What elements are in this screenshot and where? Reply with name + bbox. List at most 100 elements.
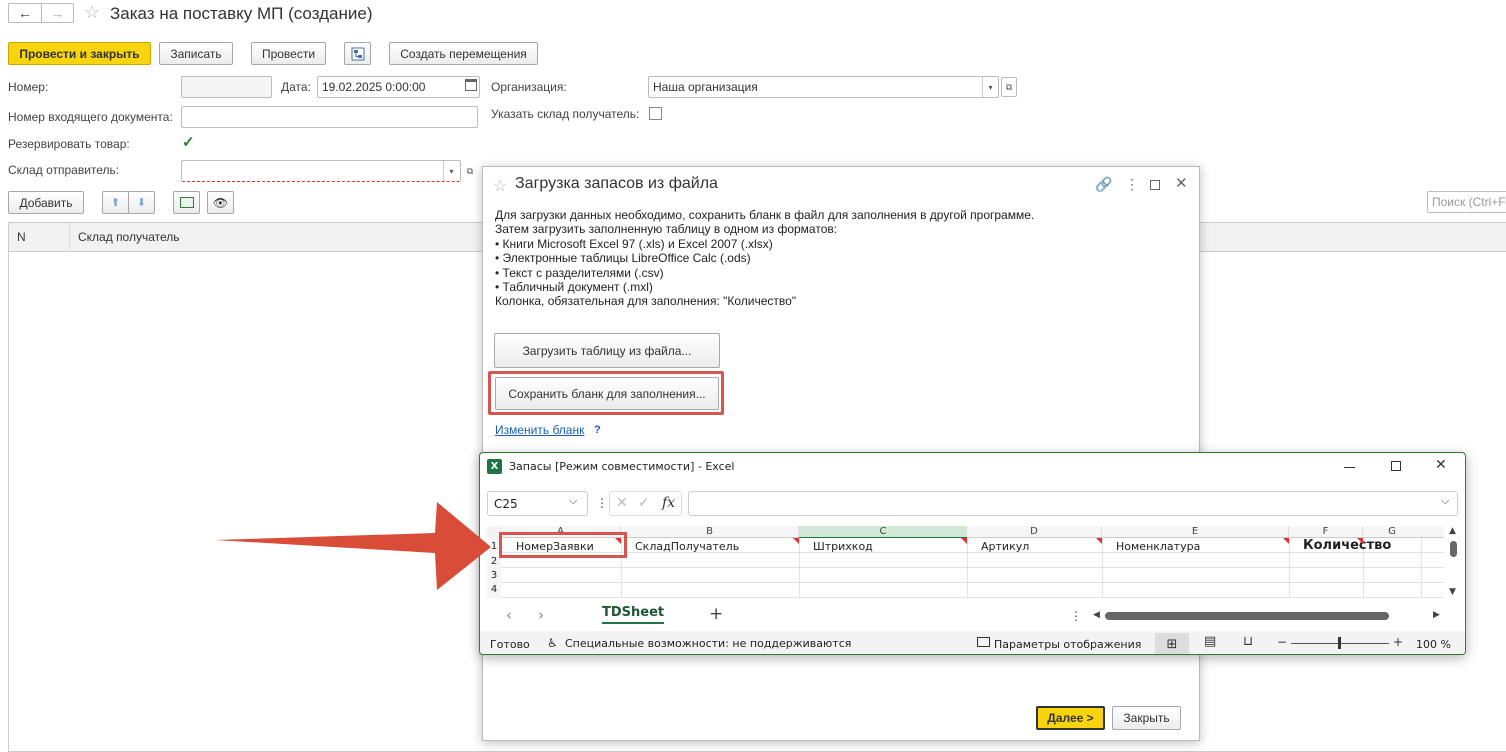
column-divider	[69, 223, 70, 252]
sheet-next-icon[interactable]: ›	[538, 606, 544, 624]
add-row-button[interactable]: Добавить	[8, 191, 84, 214]
normal-view-icon[interactable]: ⊞	[1155, 633, 1189, 654]
zoom-level[interactable]: 100 %	[1416, 638, 1451, 651]
col-header-f[interactable]: F	[1289, 526, 1363, 537]
dialog-star-icon[interactable]: ☆	[493, 176, 507, 196]
reserve-label: Резервировать товар:	[8, 137, 130, 151]
move-down-button[interactable]: ⬇	[128, 191, 155, 214]
horizontal-scroll-left-icon[interactable]: ◀	[1093, 610, 1100, 620]
eye-icon: 👁	[212, 195, 229, 210]
vertical-scrollbar-thumb[interactable]	[1450, 541, 1457, 557]
instruction-line: • Текст с разделителями (.csv)	[495, 265, 664, 280]
reserve-checkbox[interactable]: ✓	[182, 135, 196, 150]
view-button[interactable]: 👁	[207, 191, 234, 214]
arrow-shape	[215, 502, 491, 590]
page-break-view-icon[interactable]: ⊔	[1243, 634, 1253, 649]
incoming-doc-label: Номер входящего документа:	[8, 110, 173, 124]
grid-line	[1289, 538, 1290, 598]
organization-label: Организация:	[491, 80, 567, 94]
annotation-arrow	[215, 502, 491, 590]
excel-window: X Запасы [Режим совместимости] - Excel ✕…	[479, 452, 1466, 655]
fill-table-button[interactable]	[173, 191, 200, 214]
col-header-e[interactable]: E	[1102, 526, 1289, 537]
grid-line	[1421, 538, 1422, 598]
next-button[interactable]: Далее >	[1036, 706, 1105, 730]
header-cell-article[interactable]: Артикул	[981, 540, 1029, 553]
dialog-maximize-icon[interactable]	[1150, 180, 1160, 190]
sheet-tab[interactable]: TDSheet	[602, 605, 665, 624]
organization-dropdown-icon[interactable]: ▾	[982, 77, 998, 97]
close-button[interactable]: Закрыть	[1112, 706, 1181, 730]
date-input[interactable]: 19.02.2025 0:00:00	[317, 76, 480, 98]
post-and-close-button[interactable]: Провести и закрыть	[8, 42, 151, 65]
comment-marker	[1096, 538, 1102, 544]
page-layout-view-icon[interactable]: ▤	[1204, 634, 1216, 649]
page-title: Заказ на поставку МП (создание)	[110, 4, 373, 23]
display-settings-icon	[977, 637, 990, 647]
sender-warehouse-input[interactable]	[181, 160, 461, 182]
load-table-button[interactable]: Загрузить таблицу из файла...	[494, 333, 720, 368]
name-box-chevron-icon[interactable]: ⌵	[569, 494, 577, 508]
date-label: Дата:	[281, 80, 311, 94]
dialog-close-icon[interactable]: ✕	[1175, 174, 1188, 192]
horizontal-scroll-right-icon[interactable]: ▶	[1433, 610, 1440, 620]
help-icon[interactable]: ?	[594, 424, 601, 436]
search-input[interactable]: Поиск (Ctrl+F)	[1427, 191, 1506, 213]
document-structure-icon	[351, 47, 364, 60]
sheet-more-icon[interactable]: ⋮	[1070, 609, 1082, 623]
save-template-button[interactable]: Сохранить бланк для заполнения...	[495, 377, 719, 410]
specify-warehouse-label: Указать склад получатель:	[491, 107, 640, 121]
horizontal-scrollbar-thumb[interactable]	[1105, 612, 1389, 620]
add-sheet-icon[interactable]: +	[709, 604, 723, 624]
save-button[interactable]: Записать	[159, 42, 233, 65]
create-movements-button[interactable]: Создать перемещения	[389, 42, 538, 65]
display-settings[interactable]: Параметры отображения	[994, 638, 1141, 651]
comment-marker	[1357, 538, 1363, 544]
column-header-warehouse[interactable]: Склад получатель	[78, 230, 180, 244]
nav-back-button[interactable]: ←	[8, 3, 42, 23]
vertical-scroll-down-icon[interactable]: ▼	[1449, 587, 1456, 597]
formula-input[interactable]	[688, 491, 1458, 516]
post-button[interactable]: Провести	[251, 42, 326, 65]
formula-more-icon[interactable]: ⋮	[596, 496, 608, 510]
formula-expand-icon[interactable]: ⌵	[1441, 494, 1449, 508]
col-header-g[interactable]: G	[1363, 526, 1421, 537]
grid-line	[1102, 538, 1103, 598]
instruction-line: • Книги Microsoft Excel 97 (.xls) и Exce…	[495, 236, 773, 251]
specify-warehouse-checkbox[interactable]	[649, 107, 662, 120]
number-input[interactable]	[181, 76, 272, 98]
structure-icon-button[interactable]	[344, 42, 371, 65]
confirm-icon[interactable]: ✓	[638, 495, 650, 511]
column-header-n[interactable]: N	[17, 230, 26, 244]
sheet-prev-icon[interactable]: ‹	[506, 606, 512, 624]
calendar-icon[interactable]	[465, 79, 477, 91]
header-cell-warehouse[interactable]: СкладПолучатель	[635, 540, 739, 553]
accessibility-status[interactable]: Специальные возможности: не поддерживают…	[565, 637, 851, 650]
change-template-link[interactable]: Изменить бланк	[495, 423, 584, 437]
excel-close-icon[interactable]: ✕	[1435, 457, 1447, 473]
zoom-in-icon[interactable]: +	[1393, 635, 1403, 649]
vertical-scroll-up-icon[interactable]: ▲	[1449, 526, 1456, 536]
cancel-icon[interactable]: ✕	[616, 495, 628, 511]
zoom-slider-thumb[interactable]	[1338, 637, 1341, 649]
header-cell-quantity[interactable]: Количество	[1303, 538, 1391, 553]
nav-forward-button[interactable]: →	[42, 3, 74, 23]
sender-warehouse-dropdown-icon[interactable]: ▾	[443, 161, 459, 181]
zoom-out-icon[interactable]: −	[1277, 635, 1287, 649]
organization-open-icon[interactable]: ⧉	[1001, 77, 1017, 97]
move-up-button[interactable]: ⬆	[102, 191, 129, 214]
dialog-link-icon[interactable]: 🔗	[1095, 176, 1112, 193]
fx-icon[interactable]: fx	[662, 495, 675, 511]
dialog-more-icon[interactable]: ⋮	[1125, 176, 1139, 193]
header-cell-nomenclature[interactable]: Номенклатура	[1116, 540, 1200, 553]
col-header-b[interactable]: B	[621, 526, 799, 537]
col-header-d[interactable]: D	[967, 526, 1102, 537]
accessibility-icon: ♿	[547, 636, 558, 650]
favorite-star-icon[interactable]: ☆	[84, 2, 100, 23]
excel-minimize-icon[interactable]	[1344, 467, 1355, 468]
header-cell-barcode[interactable]: Штрихкод	[813, 540, 873, 553]
organization-input[interactable]: Наша организация	[648, 76, 999, 98]
excel-maximize-icon[interactable]	[1391, 461, 1401, 471]
incoming-doc-input[interactable]	[181, 106, 478, 128]
sender-warehouse-open-icon[interactable]: ⧉	[462, 161, 478, 181]
